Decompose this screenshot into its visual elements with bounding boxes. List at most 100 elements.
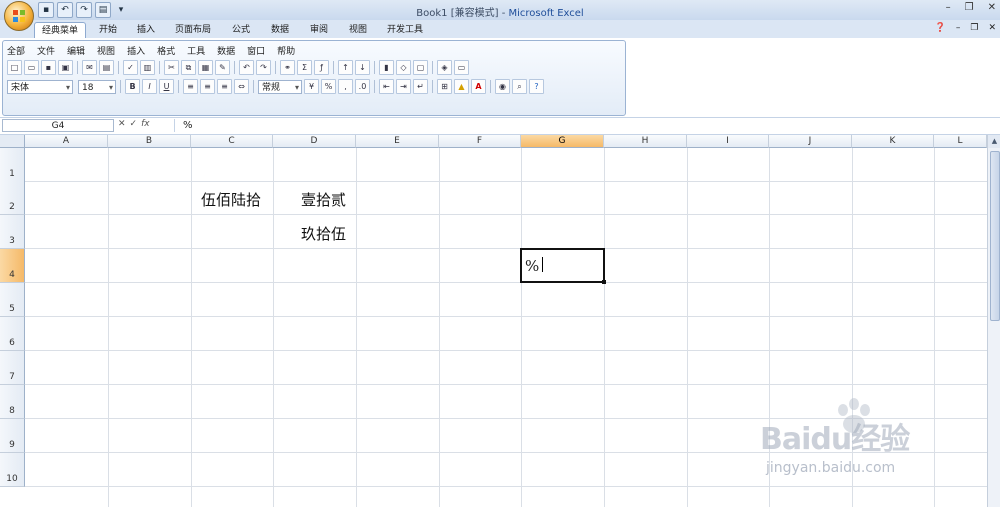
tab-data[interactable]: 数据 [264, 22, 296, 38]
column-header-b[interactable]: B [108, 135, 191, 148]
open-icon[interactable]: ▭ [24, 60, 39, 75]
column-header-j[interactable]: J [769, 135, 852, 148]
name-box[interactable]: G4 [2, 119, 114, 132]
row-header-1[interactable]: 1 [0, 148, 25, 182]
tab-classic-menu[interactable]: 经典菜单 [34, 22, 87, 39]
minimize-button[interactable]: – [946, 2, 951, 13]
help-icon[interactable]: ❓ [935, 23, 946, 33]
column-header-f[interactable]: F [439, 135, 521, 148]
camera-icon[interactable]: ◉ [495, 79, 510, 94]
italic-icon[interactable]: I [142, 79, 157, 94]
tab-page-layout[interactable]: 页面布局 [168, 22, 218, 38]
increase-indent-icon[interactable]: ⇥ [396, 79, 411, 94]
help-icon[interactable]: ? [529, 79, 544, 94]
increase-decimal-icon[interactable]: .0 [355, 79, 370, 94]
close-button[interactable]: ✕ [988, 2, 996, 13]
fill-color-icon[interactable]: ▲ [454, 79, 469, 94]
new-icon[interactable]: □ [7, 60, 22, 75]
tab-formulas[interactable]: 公式 [225, 22, 257, 38]
more-tools-icon[interactable]: ◈ [437, 60, 452, 75]
select-all-button[interactable] [0, 135, 25, 148]
sort-ascending-icon[interactable]: ↑ [338, 60, 353, 75]
column-header-c[interactable]: C [191, 135, 273, 148]
column-header-i[interactable]: I [687, 135, 769, 148]
column-header-l[interactable]: L [934, 135, 987, 148]
font-name-select[interactable]: 宋体 [7, 79, 73, 95]
column-header-e[interactable]: E [356, 135, 439, 148]
paste-icon[interactable]: ▦ [198, 60, 213, 75]
menu-data[interactable]: 数据 [217, 44, 235, 57]
email-icon[interactable]: ✉ [82, 60, 97, 75]
column-header-k[interactable]: K [852, 135, 934, 148]
vertical-scrollbar[interactable]: ▲ [987, 135, 1000, 507]
menu-file[interactable]: 文件 [37, 44, 55, 57]
underline-icon[interactable]: U [159, 79, 174, 94]
print-icon[interactable]: ▤ [99, 60, 114, 75]
menu-format[interactable]: 格式 [157, 44, 175, 57]
row-header-3[interactable]: 3 [0, 215, 25, 249]
active-cell-g4[interactable]: % [520, 248, 605, 283]
percent-icon[interactable]: % [321, 79, 336, 94]
row-header-4[interactable]: 4 [0, 249, 25, 283]
cell-c2[interactable]: 伍佰陆拾 [201, 189, 261, 210]
column-header-d[interactable]: D [273, 135, 356, 148]
scroll-up-icon[interactable]: ▲ [988, 135, 1000, 148]
currency-icon[interactable]: ¥ [304, 79, 319, 94]
cell-d2[interactable]: 壹拾贰 [301, 189, 346, 210]
toolbar-options-icon[interactable]: ▭ [454, 60, 469, 75]
function-icon[interactable]: ƒ [314, 60, 329, 75]
menu-window[interactable]: 窗口 [247, 44, 265, 57]
menu-view[interactable]: 视图 [97, 44, 115, 57]
merge-center-icon[interactable]: ⇔ [234, 79, 249, 94]
comma-icon[interactable]: , [338, 79, 353, 94]
tab-view[interactable]: 视图 [342, 22, 374, 38]
cell-d3[interactable]: 玖拾伍 [301, 223, 346, 244]
row-header-8[interactable]: 8 [0, 385, 25, 419]
menu-all[interactable]: 全部 [7, 44, 25, 57]
align-right-icon[interactable]: ≡ [217, 79, 232, 94]
menu-insert[interactable]: 插入 [127, 44, 145, 57]
row-header-9[interactable]: 9 [0, 419, 25, 453]
cut-icon[interactable]: ✂ [164, 60, 179, 75]
fill-handle[interactable] [602, 280, 606, 284]
format-painter-icon[interactable]: ✎ [215, 60, 230, 75]
row-header-6[interactable]: 6 [0, 317, 25, 351]
redo-icon[interactable]: ↷ [256, 60, 271, 75]
borders-icon[interactable]: ⊞ [437, 79, 452, 94]
menu-tools[interactable]: 工具 [187, 44, 205, 57]
tab-home[interactable]: 开始 [92, 22, 124, 38]
restore-button[interactable]: ❐ [965, 2, 974, 13]
research-icon[interactable]: ▥ [140, 60, 155, 75]
column-header-h[interactable]: H [604, 135, 687, 148]
sort-descending-icon[interactable]: ↓ [355, 60, 370, 75]
bold-icon[interactable]: B [125, 79, 140, 94]
font-size-select[interactable]: 18 [78, 79, 116, 95]
row-header-10[interactable]: 10 [0, 453, 25, 487]
doc-close-button[interactable]: ✕ [988, 23, 996, 33]
row-header-2[interactable]: 2 [0, 181, 25, 215]
hyperlink-icon[interactable]: ⚭ [280, 60, 295, 75]
menu-help[interactable]: 帮助 [277, 44, 295, 57]
drawing-icon[interactable]: ◇ [396, 60, 411, 75]
insert-function-icon[interactable]: fx [141, 119, 150, 129]
enter-icon[interactable]: ✓ [130, 119, 138, 129]
row-header-5[interactable]: 5 [0, 283, 25, 317]
wrap-icon[interactable]: ↵ [413, 79, 428, 94]
align-center-icon[interactable]: ≡ [200, 79, 215, 94]
align-left-icon[interactable]: ≡ [183, 79, 198, 94]
permission-icon[interactable]: ▣ [58, 60, 73, 75]
doc-restore-button[interactable]: ❐ [970, 23, 978, 33]
autosum-icon[interactable]: Σ [297, 60, 312, 75]
office-button[interactable] [4, 1, 34, 31]
column-header-g[interactable]: G [521, 135, 604, 148]
copy-icon[interactable]: ⧉ [181, 60, 196, 75]
undo-icon[interactable]: ↶ [239, 60, 254, 75]
zoom-icon[interactable]: ▢ [413, 60, 428, 75]
scroll-thumb[interactable] [990, 151, 1000, 321]
decrease-indent-icon[interactable]: ⇤ [379, 79, 394, 94]
tab-review[interactable]: 审阅 [303, 22, 335, 38]
formula-input[interactable]: % [174, 119, 988, 132]
doc-minimize-button[interactable]: – [956, 23, 961, 33]
spelling-icon[interactable]: ✓ [123, 60, 138, 75]
cancel-icon[interactable]: ✕ [118, 119, 126, 129]
